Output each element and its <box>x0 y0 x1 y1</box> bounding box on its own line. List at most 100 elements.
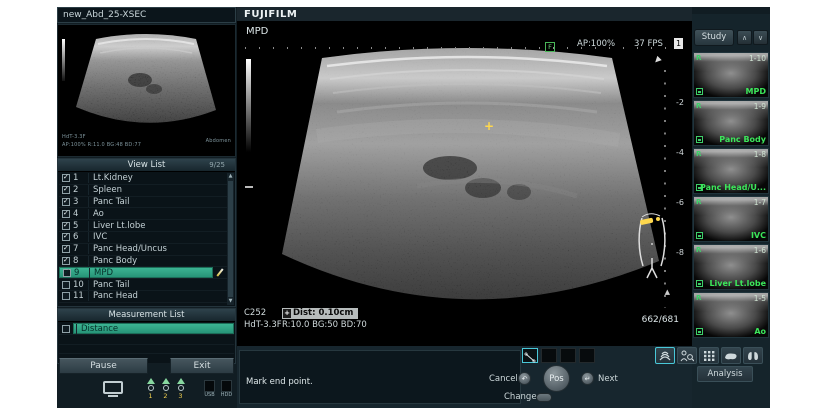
triangle-icon <box>177 378 185 384</box>
analysis-button[interactable]: Analysis <box>697 366 753 382</box>
exit-button[interactable]: Exit <box>170 358 234 374</box>
view-checkbox[interactable]: ✓ <box>62 210 70 218</box>
empty-row <box>59 335 234 345</box>
view-list-row[interactable]: ✓ 2 Spleen <box>59 185 227 197</box>
view-checkbox[interactable]: ✓ <box>62 257 70 265</box>
view-list-row[interactable]: 10 Panc Tail <box>59 279 227 291</box>
view-checkbox[interactable]: ✓ <box>62 233 70 241</box>
pencil-icon <box>213 197 227 208</box>
study-thumbnail[interactable]: R 1-10 MPD <box>693 52 769 98</box>
view-row-label: Lt.Kidney <box>88 173 213 183</box>
usb-label: USB <box>203 392 216 398</box>
scrollbar-track[interactable] <box>228 181 233 297</box>
orientation-marker: R <box>696 150 701 158</box>
view-list-row-main[interactable]: ✓ 8 Panc Body <box>59 256 213 267</box>
view-checkbox[interactable]: ✓ <box>62 174 70 182</box>
view-checkbox[interactable]: ✓ <box>62 222 70 230</box>
view-list-scrollbar[interactable]: ▲ ▼ <box>227 173 234 305</box>
tool-slot-button[interactable] <box>560 348 576 363</box>
hdd-label: HDD <box>220 392 233 398</box>
compare-mode-button[interactable] <box>743 347 763 364</box>
chevron-down-icon[interactable]: ∨ <box>753 30 768 45</box>
view-list-row[interactable]: ✓ 3 Panc Tail <box>59 197 227 209</box>
view-checkbox[interactable]: ✓ <box>62 198 70 206</box>
view-list-row[interactable]: ✓ 5 Liver Lt.lobe <box>59 220 227 232</box>
preview-image[interactable]: HdT-3.3F AP:100% R:11.0 BG:48 BD:77 Abdo… <box>57 24 236 157</box>
tool-slot-button[interactable] <box>541 348 557 363</box>
body-marker[interactable] <box>628 208 676 284</box>
view-checkbox[interactable]: ✓ <box>62 245 70 253</box>
study-thumbnail[interactable]: R 1-8 Panc Head/U... <box>693 148 769 194</box>
distance-value: Dist: 0.10cm <box>293 308 353 319</box>
view-list-row-main[interactable]: ✓ 3 Panc Tail <box>59 197 213 208</box>
view-list-row-main[interactable]: ✓ 1 Lt.Kidney <box>59 173 213 184</box>
preview-exam-text: Abdomen <box>206 138 231 144</box>
view-row-label: Spleen <box>88 185 213 195</box>
view-list-row[interactable]: ✓ 7 Panc Head/Uncus <box>59 244 227 256</box>
view-row-number: 10 <box>73 280 88 290</box>
liver-mode-button[interactable] <box>721 347 741 364</box>
scroll-up-icon[interactable]: ▲ <box>229 173 233 180</box>
caliper-cursor-icon[interactable]: + <box>484 119 494 133</box>
study-thumbnail[interactable]: R 1-6 Liver Lt.lobe <box>693 244 769 290</box>
study-thumbnail[interactable]: R 1-9 Panc Body <box>693 100 769 146</box>
view-list-row-main[interactable]: ✓ 7 Panc Head/Uncus <box>59 244 213 255</box>
view-list-row-main[interactable]: ✓ 2 Spleen <box>59 185 213 196</box>
distance-tool-button[interactable] <box>522 348 538 363</box>
view-list-row-main[interactable]: 10 Panc Tail <box>59 279 213 290</box>
measurement-row-main[interactable]: Distance <box>73 323 234 334</box>
view-checkbox[interactable]: ✓ <box>62 186 70 194</box>
measurement-row[interactable]: Distance <box>59 323 234 335</box>
thumbnail-id: 1-6 <box>754 246 766 255</box>
pencil-icon <box>213 267 227 278</box>
study-button[interactable]: Study <box>694 29 734 46</box>
measurement-label: Distance <box>76 324 233 334</box>
next-button[interactable]: ↵ <box>581 372 594 385</box>
scroll-down-icon[interactable]: ▼ <box>229 298 233 305</box>
pencil-icon <box>213 208 227 219</box>
orientation-marker: R <box>696 102 701 110</box>
chevron-up-icon[interactable]: ∧ <box>737 30 752 45</box>
measurement-checkbox[interactable] <box>62 325 70 333</box>
view-list-row-main[interactable]: 11 Panc Head <box>59 291 213 302</box>
check-icon: ✓ <box>63 197 69 205</box>
view-checkbox[interactable] <box>62 292 70 300</box>
view-list-row-main[interactable]: ✓ 5 Liver Lt.lobe <box>59 220 213 231</box>
view-checkbox[interactable] <box>62 281 70 289</box>
view-list-row[interactable]: 11 Panc Head <box>59 291 227 303</box>
ultrasound-image-area[interactable]: MPD AP:100% 37 FPS 1 F + -2-4-6-8 ▲ ▲ C2… <box>237 22 692 345</box>
view-list-row-main[interactable]: ✓ 4 Ao <box>59 208 213 219</box>
bottom-marker-icon: ▲ <box>665 288 670 296</box>
view-list-row[interactable]: ✓ 1 Lt.Kidney <box>59 173 227 185</box>
pos-button[interactable]: Pos <box>543 365 570 392</box>
patient-search-button[interactable] <box>677 347 697 364</box>
view-list-row-main[interactable]: ✓ 6 IVC <box>59 232 213 243</box>
grid-view-button[interactable] <box>699 347 719 364</box>
view-list-row[interactable]: ✓ 6 IVC <box>59 232 227 244</box>
view-list-row[interactable]: ✓ 9 MPD <box>59 267 227 279</box>
stamp-indicator[interactable]: 2 <box>160 378 171 400</box>
check-icon: ✓ <box>63 173 69 181</box>
view-checkbox[interactable]: ✓ <box>63 269 71 277</box>
stamp-indicator[interactable]: 1 <box>145 378 156 400</box>
check-icon: ✓ <box>64 268 70 276</box>
view-list-row[interactable]: ✓ 8 Panc Body <box>59 256 227 268</box>
check-icon: ✓ <box>63 185 69 193</box>
measure-tool-selector <box>522 348 595 363</box>
view-row-number: 3 <box>73 197 88 207</box>
pause-button[interactable]: Pause <box>59 358 148 374</box>
stamp-indicator[interactable]: 3 <box>175 378 186 400</box>
tool-slot-button[interactable] <box>579 348 595 363</box>
view-list-row-main[interactable]: ✓ 9 MPD <box>59 267 213 278</box>
view-list: ✓ 1 Lt.Kidney ✓ 2 Spleen <box>59 173 227 305</box>
view-list-row[interactable]: ✓ 4 Ao <box>59 208 227 220</box>
cancel-button[interactable]: ↶ <box>518 372 531 385</box>
usb-icon <box>204 380 215 392</box>
study-thumbnail[interactable]: R 1-7 IVC <box>693 196 769 242</box>
study-thumbnail[interactable]: R 1-5 Ao <box>693 292 769 338</box>
transducer-tool-button[interactable] <box>655 347 675 364</box>
change-toggle[interactable] <box>536 393 552 402</box>
change-label: Change <box>504 392 537 402</box>
view-row-number: 2 <box>73 185 88 195</box>
check-icon: ✓ <box>63 244 69 252</box>
